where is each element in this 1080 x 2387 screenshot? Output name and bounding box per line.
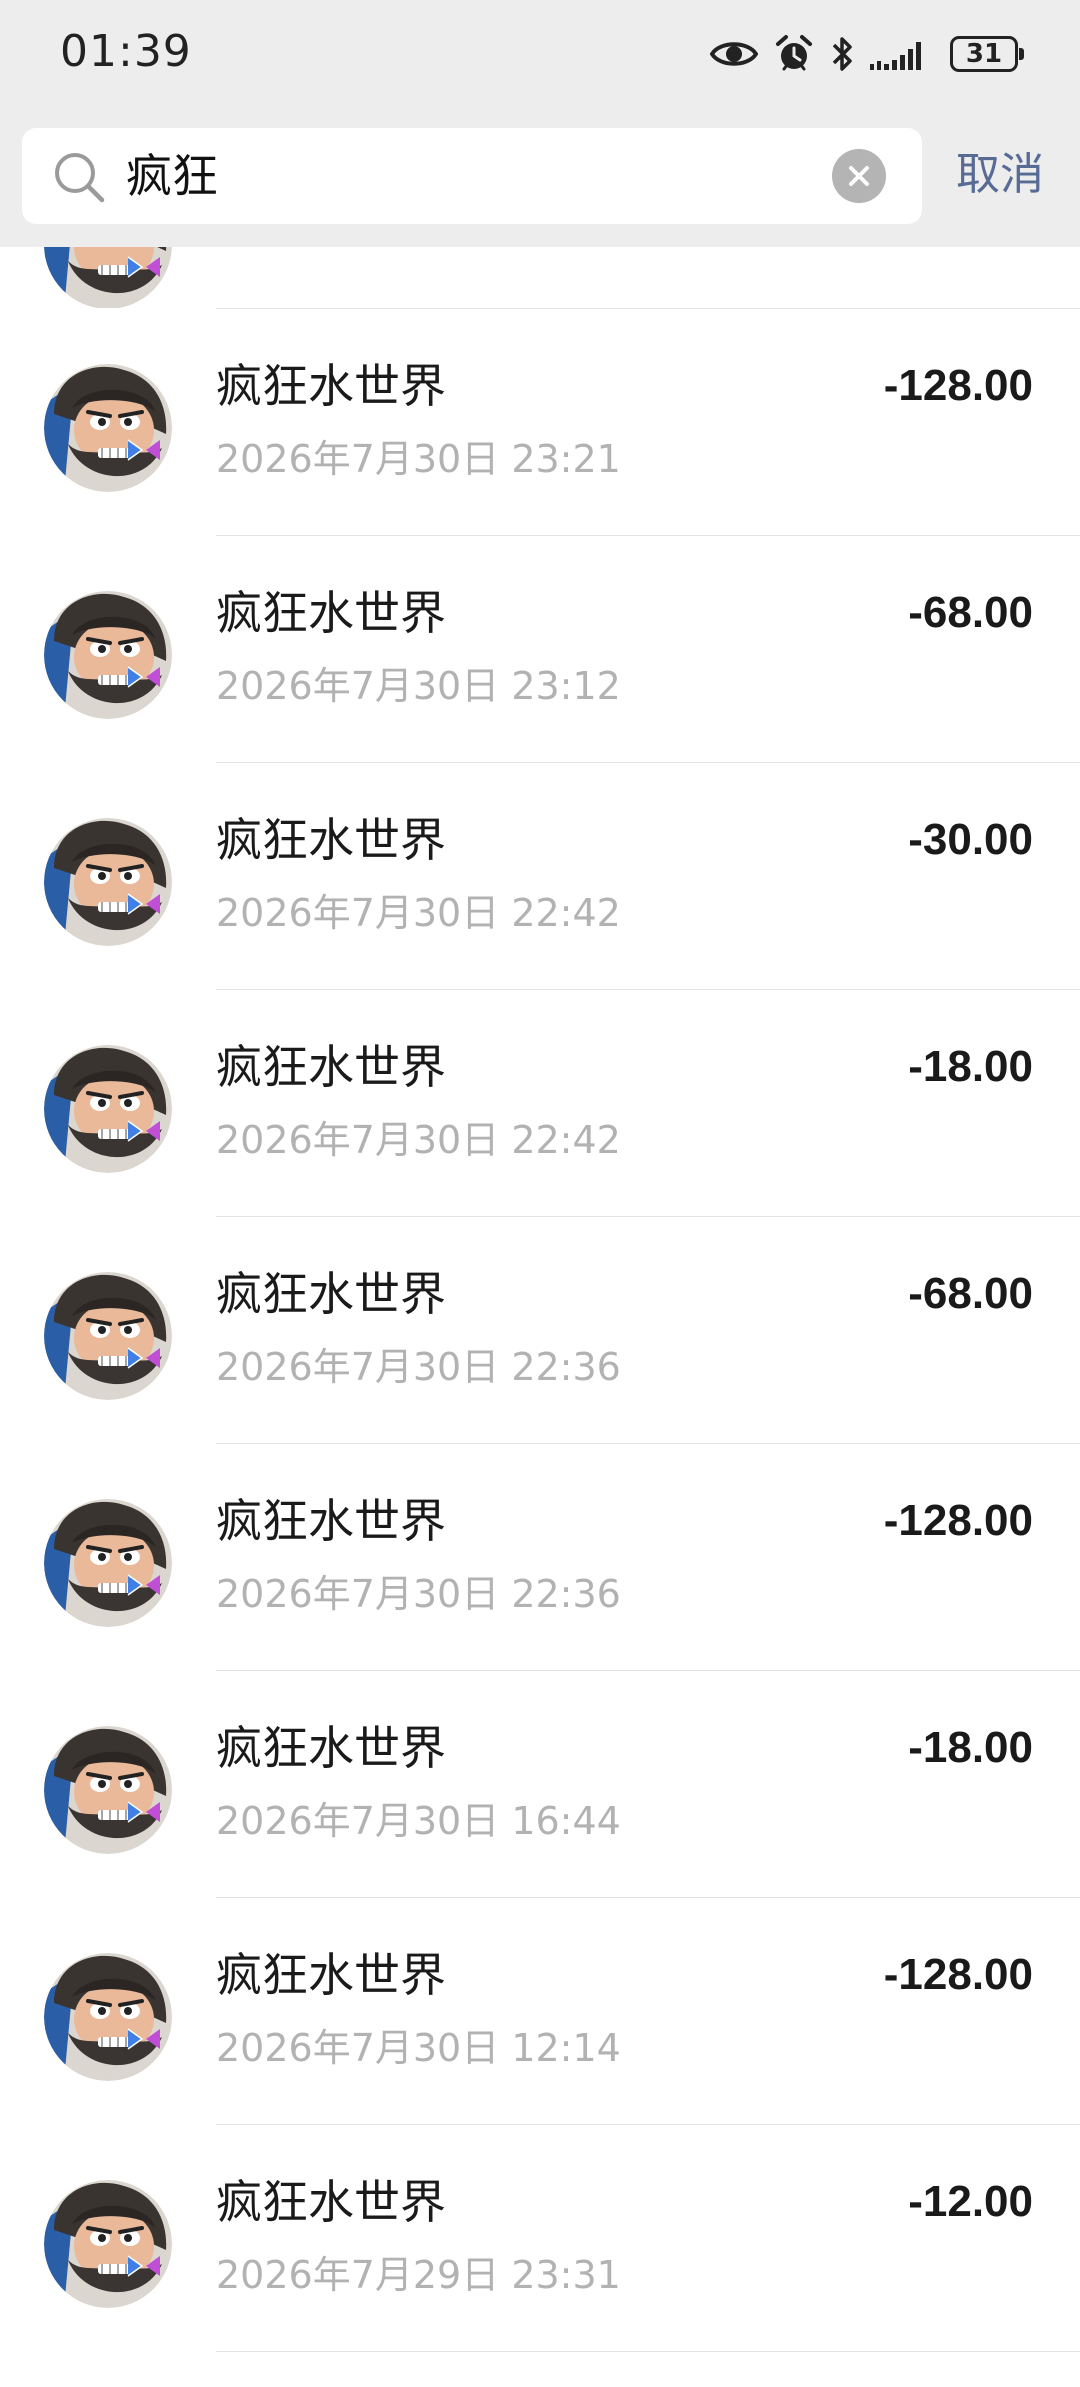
signal-icon xyxy=(870,36,934,72)
avatar-image xyxy=(44,1272,172,1400)
search-icon xyxy=(52,150,106,208)
merchant-name: 疯狂水世界 xyxy=(216,2175,446,2229)
merchant-name: 疯狂水世界 xyxy=(216,1267,446,1321)
avatar-image xyxy=(44,1726,172,1854)
transaction-time: 2026年7月30日 23:12 xyxy=(216,664,621,708)
merchant-name: 疯狂水世界 xyxy=(216,1494,446,1548)
divider xyxy=(216,1443,1080,1444)
divider xyxy=(216,762,1080,763)
mini-program-badge-icon xyxy=(126,2025,162,2053)
close-icon xyxy=(849,166,869,186)
transaction-amount: -128.00 xyxy=(883,361,1033,410)
transaction-amount: -68.00 xyxy=(908,588,1033,637)
avatar xyxy=(44,1499,172,1627)
avatar-image xyxy=(44,1045,172,1173)
transaction-time: 2026年7月30日 12:14 xyxy=(216,2026,621,2070)
merchant-name: 疯狂水世界 xyxy=(216,1948,446,2002)
eye-icon xyxy=(710,37,758,71)
divider xyxy=(216,2351,1080,2352)
mini-program-badge-icon xyxy=(126,1798,162,1826)
list-item-partial[interactable] xyxy=(0,247,1080,308)
divider xyxy=(216,2124,1080,2125)
avatar xyxy=(44,247,172,308)
avatar-image xyxy=(44,818,172,946)
avatar xyxy=(44,1726,172,1854)
transaction-amount: -128.00 xyxy=(883,1496,1033,1545)
mini-program-badge-icon xyxy=(126,1117,162,1145)
transaction-row[interactable]: 疯狂水世界 2026年7月30日 22:36 -128.00 xyxy=(0,1443,1080,1670)
merchant-name: 疯狂水世界 xyxy=(216,1721,446,1775)
transaction-amount: -30.00 xyxy=(908,815,1033,864)
transaction-amount: -12.00 xyxy=(908,2177,1033,2226)
avatar xyxy=(44,2180,172,2308)
avatar-image xyxy=(44,364,172,492)
merchant-name: 疯狂水世界 xyxy=(216,1040,446,1094)
transaction-time: 2026年7月30日 22:36 xyxy=(216,1345,621,1389)
avatar-image xyxy=(44,2180,172,2308)
transaction-amount: -68.00 xyxy=(908,1269,1033,1318)
mini-program-badge-icon xyxy=(126,1344,162,1372)
transaction-row[interactable]: 疯狂水世界 2026年7月29日 23:31 -12.00 xyxy=(0,2124,1080,2351)
status-icons: 31 xyxy=(710,30,1024,78)
avatar-image xyxy=(44,591,172,719)
search-input[interactable]: 疯狂 xyxy=(126,128,218,224)
divider xyxy=(216,1897,1080,1898)
divider xyxy=(216,989,1080,990)
transaction-row[interactable]: 疯狂水世界 2026年7月30日 16:44 -18.00 xyxy=(0,1670,1080,1897)
battery-indicator: 31 xyxy=(950,36,1024,72)
avatar xyxy=(44,1953,172,2081)
avatar-image xyxy=(44,1953,172,2081)
mini-program-badge-icon xyxy=(126,663,162,691)
transaction-list: 疯狂水世界 2026年7月30日 23:21 -128.00 疯狂水世界 2026年7… xyxy=(0,247,1080,2352)
status-time: 01:39 xyxy=(60,26,192,77)
avatar xyxy=(44,818,172,946)
transaction-row[interactable]: 疯狂水世界 2026年7月30日 22:42 -18.00 xyxy=(0,989,1080,1216)
merchant-name: 疯狂水世界 xyxy=(216,359,446,413)
avatar xyxy=(44,364,172,492)
transaction-amount: -18.00 xyxy=(908,1723,1033,1772)
cancel-button[interactable]: 取消 xyxy=(956,110,1044,240)
transaction-time: 2026年7月30日 16:44 xyxy=(216,1799,621,1843)
transaction-row[interactable]: 疯狂水世界 2026年7月30日 22:36 -68.00 xyxy=(0,1216,1080,1443)
mini-program-badge-icon xyxy=(126,890,162,918)
transaction-time: 2026年7月30日 22:42 xyxy=(216,891,621,935)
transaction-amount: -18.00 xyxy=(908,1042,1033,1091)
avatar xyxy=(44,1272,172,1400)
merchant-name: 疯狂水世界 xyxy=(216,586,446,640)
transaction-time: 2026年7月29日 23:31 xyxy=(216,2253,621,2297)
transaction-time: 2026年7月30日 23:21 xyxy=(216,437,621,481)
transaction-row[interactable]: 疯狂水世界 2026年7月30日 22:42 -30.00 xyxy=(0,762,1080,989)
avatar xyxy=(44,1045,172,1173)
divider xyxy=(216,1216,1080,1217)
merchant-name: 疯狂水世界 xyxy=(216,813,446,867)
transaction-row[interactable]: 疯狂水世界 2026年7月30日 12:14 -128.00 xyxy=(0,1897,1080,2124)
search-box[interactable]: 疯狂 xyxy=(22,128,922,224)
mini-program-badge-icon xyxy=(126,253,162,281)
transaction-row[interactable]: 疯狂水世界 2026年7月30日 23:12 -68.00 xyxy=(0,535,1080,762)
divider xyxy=(216,535,1080,536)
bluetooth-icon xyxy=(830,34,854,74)
transaction-amount: -128.00 xyxy=(883,1950,1033,1999)
avatar xyxy=(44,591,172,719)
mini-program-badge-icon xyxy=(126,436,162,464)
transaction-time: 2026年7月30日 22:42 xyxy=(216,1118,621,1162)
alarm-icon xyxy=(774,34,814,74)
status-bar: 01:39 31 xyxy=(0,0,1080,110)
search-header: 疯狂 取消 xyxy=(0,110,1080,247)
mini-program-badge-icon xyxy=(126,1571,162,1599)
clear-search-button[interactable] xyxy=(832,149,886,203)
transaction-time: 2026年7月30日 22:36 xyxy=(216,1572,621,1616)
transaction-row[interactable]: 疯狂水世界 2026年7月30日 23:21 -128.00 xyxy=(0,308,1080,535)
divider xyxy=(216,1670,1080,1671)
mini-program-badge-icon xyxy=(126,2252,162,2280)
divider xyxy=(216,308,1080,309)
avatar-image xyxy=(44,1499,172,1627)
